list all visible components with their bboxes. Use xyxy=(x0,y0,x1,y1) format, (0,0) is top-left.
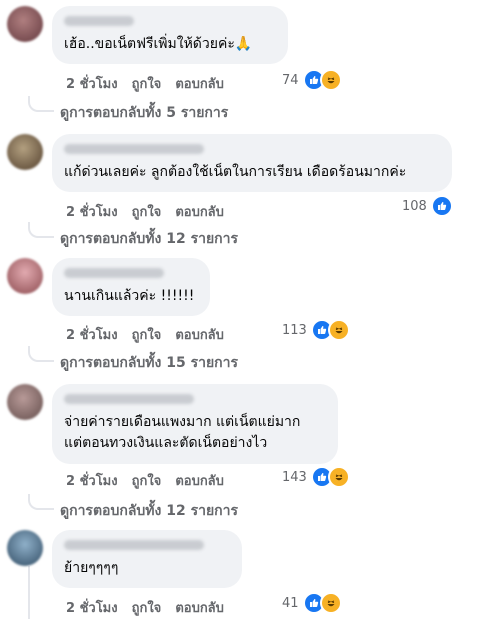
reaction-summary[interactable]: 108 xyxy=(402,195,453,217)
comment-text: ย้ายๆๆๆๆ xyxy=(64,560,119,576)
timestamp[interactable]: 2 ชั่วโมง xyxy=(66,205,118,220)
comment-actions: 2 ชั่วโมง ถูกใจ ตอบกลับ xyxy=(66,470,238,491)
reaction-count: 74 xyxy=(282,72,299,88)
reply-button[interactable]: ตอบกลับ xyxy=(175,601,224,616)
reaction-summary[interactable]: 41 xyxy=(282,592,342,614)
comment-actions: 2 ชั่วโมง ถูกใจ ตอบกลับ xyxy=(66,597,238,618)
reaction-summary[interactable]: 74 xyxy=(282,69,342,91)
like-button[interactable]: ถูกใจ xyxy=(132,474,162,489)
comment-text: แก้ด่วนเลยค่ะ ลูกต้องใช้เน็ตในการเรียน เ… xyxy=(64,164,407,180)
comment-actions: 2 ชั่วโมง ถูกใจ ตอบกลับ xyxy=(66,201,238,222)
view-replies-link[interactable]: ดูการตอบกลับทั้ง 12 รายการ xyxy=(60,500,238,522)
comment-bubble: แก้ด่วนเลยค่ะ ลูกต้องใช้เน็ตในการเรียน เ… xyxy=(52,134,452,192)
comment-bubble: จ่ายค่ารายเดือนแพงมาก แต่เน็ตแย่มาก แต่ต… xyxy=(52,384,338,464)
comment-text: จ่ายค่ารายเดือนแพงมาก แต่เน็ตแย่มาก แต่ต… xyxy=(64,414,301,451)
comment-actions: 2 ชั่วโมง ถูกใจ ตอบกลับ xyxy=(66,324,238,345)
reaction-count: 143 xyxy=(282,469,307,485)
haha-icon xyxy=(319,69,342,91)
thread-connector xyxy=(28,222,54,238)
reply-button[interactable]: ตอบกลับ xyxy=(175,77,224,92)
like-button[interactable]: ถูกใจ xyxy=(132,77,162,92)
comment-bubble: นานเกินแล้วค่ะ !!!!!! xyxy=(52,258,210,316)
comment-text: เฮ้อ..ขอเน็ตฟรีเพิ่มให้ด้วยค่ะ🙏 xyxy=(64,36,253,52)
avatar[interactable] xyxy=(7,258,43,294)
comment-bubble: เฮ้อ..ขอเน็ตฟรีเพิ่มให้ด้วยค่ะ🙏 xyxy=(52,6,288,64)
avatar[interactable] xyxy=(7,6,43,42)
timestamp[interactable]: 2 ชั่วโมง xyxy=(66,77,118,92)
haha-icon xyxy=(327,319,350,341)
thread-line xyxy=(28,566,30,619)
thread-connector xyxy=(28,96,54,112)
timestamp[interactable]: 2 ชั่วโมง xyxy=(66,474,118,489)
avatar[interactable] xyxy=(7,384,43,420)
reaction-count: 113 xyxy=(282,322,307,338)
reaction-count: 41 xyxy=(282,595,299,611)
commenter-name[interactable] xyxy=(64,268,164,278)
timestamp[interactable]: 2 ชั่วโมง xyxy=(66,328,118,343)
comment-actions: 2 ชั่วโมง ถูกใจ ตอบกลับ xyxy=(66,73,238,94)
like-button[interactable]: ถูกใจ xyxy=(132,601,162,616)
comment-bubble: ย้ายๆๆๆๆ xyxy=(52,530,242,588)
like-icon xyxy=(430,195,453,217)
thread-connector xyxy=(28,494,54,510)
view-replies-link[interactable]: ดูการตอบกลับทั้ง 15 รายการ xyxy=(60,352,238,374)
reaction-count: 108 xyxy=(402,198,427,214)
reaction-summary[interactable]: 113 xyxy=(282,319,350,341)
reaction-summary[interactable]: 143 xyxy=(282,466,350,488)
haha-icon xyxy=(319,592,342,614)
timestamp[interactable]: 2 ชั่วโมง xyxy=(66,601,118,616)
like-button[interactable]: ถูกใจ xyxy=(132,205,162,220)
haha-icon xyxy=(327,466,350,488)
thread-connector xyxy=(28,346,54,362)
commenter-name[interactable] xyxy=(64,394,194,404)
avatar[interactable] xyxy=(7,134,43,170)
commenter-name[interactable] xyxy=(64,540,204,550)
like-button[interactable]: ถูกใจ xyxy=(132,328,162,343)
avatar[interactable] xyxy=(7,530,43,566)
commenter-name[interactable] xyxy=(64,16,134,26)
reply-button[interactable]: ตอบกลับ xyxy=(175,328,224,343)
commenter-name[interactable] xyxy=(64,144,204,154)
view-replies-link[interactable]: ดูการตอบกลับทั้ง 12 รายการ xyxy=(60,228,238,250)
reply-button[interactable]: ตอบกลับ xyxy=(175,474,224,489)
reply-button[interactable]: ตอบกลับ xyxy=(175,205,224,220)
view-replies-link[interactable]: ดูการตอบกลับทั้ง 5 รายการ xyxy=(60,102,228,124)
comment-text: นานเกินแล้วค่ะ !!!!!! xyxy=(64,288,195,304)
